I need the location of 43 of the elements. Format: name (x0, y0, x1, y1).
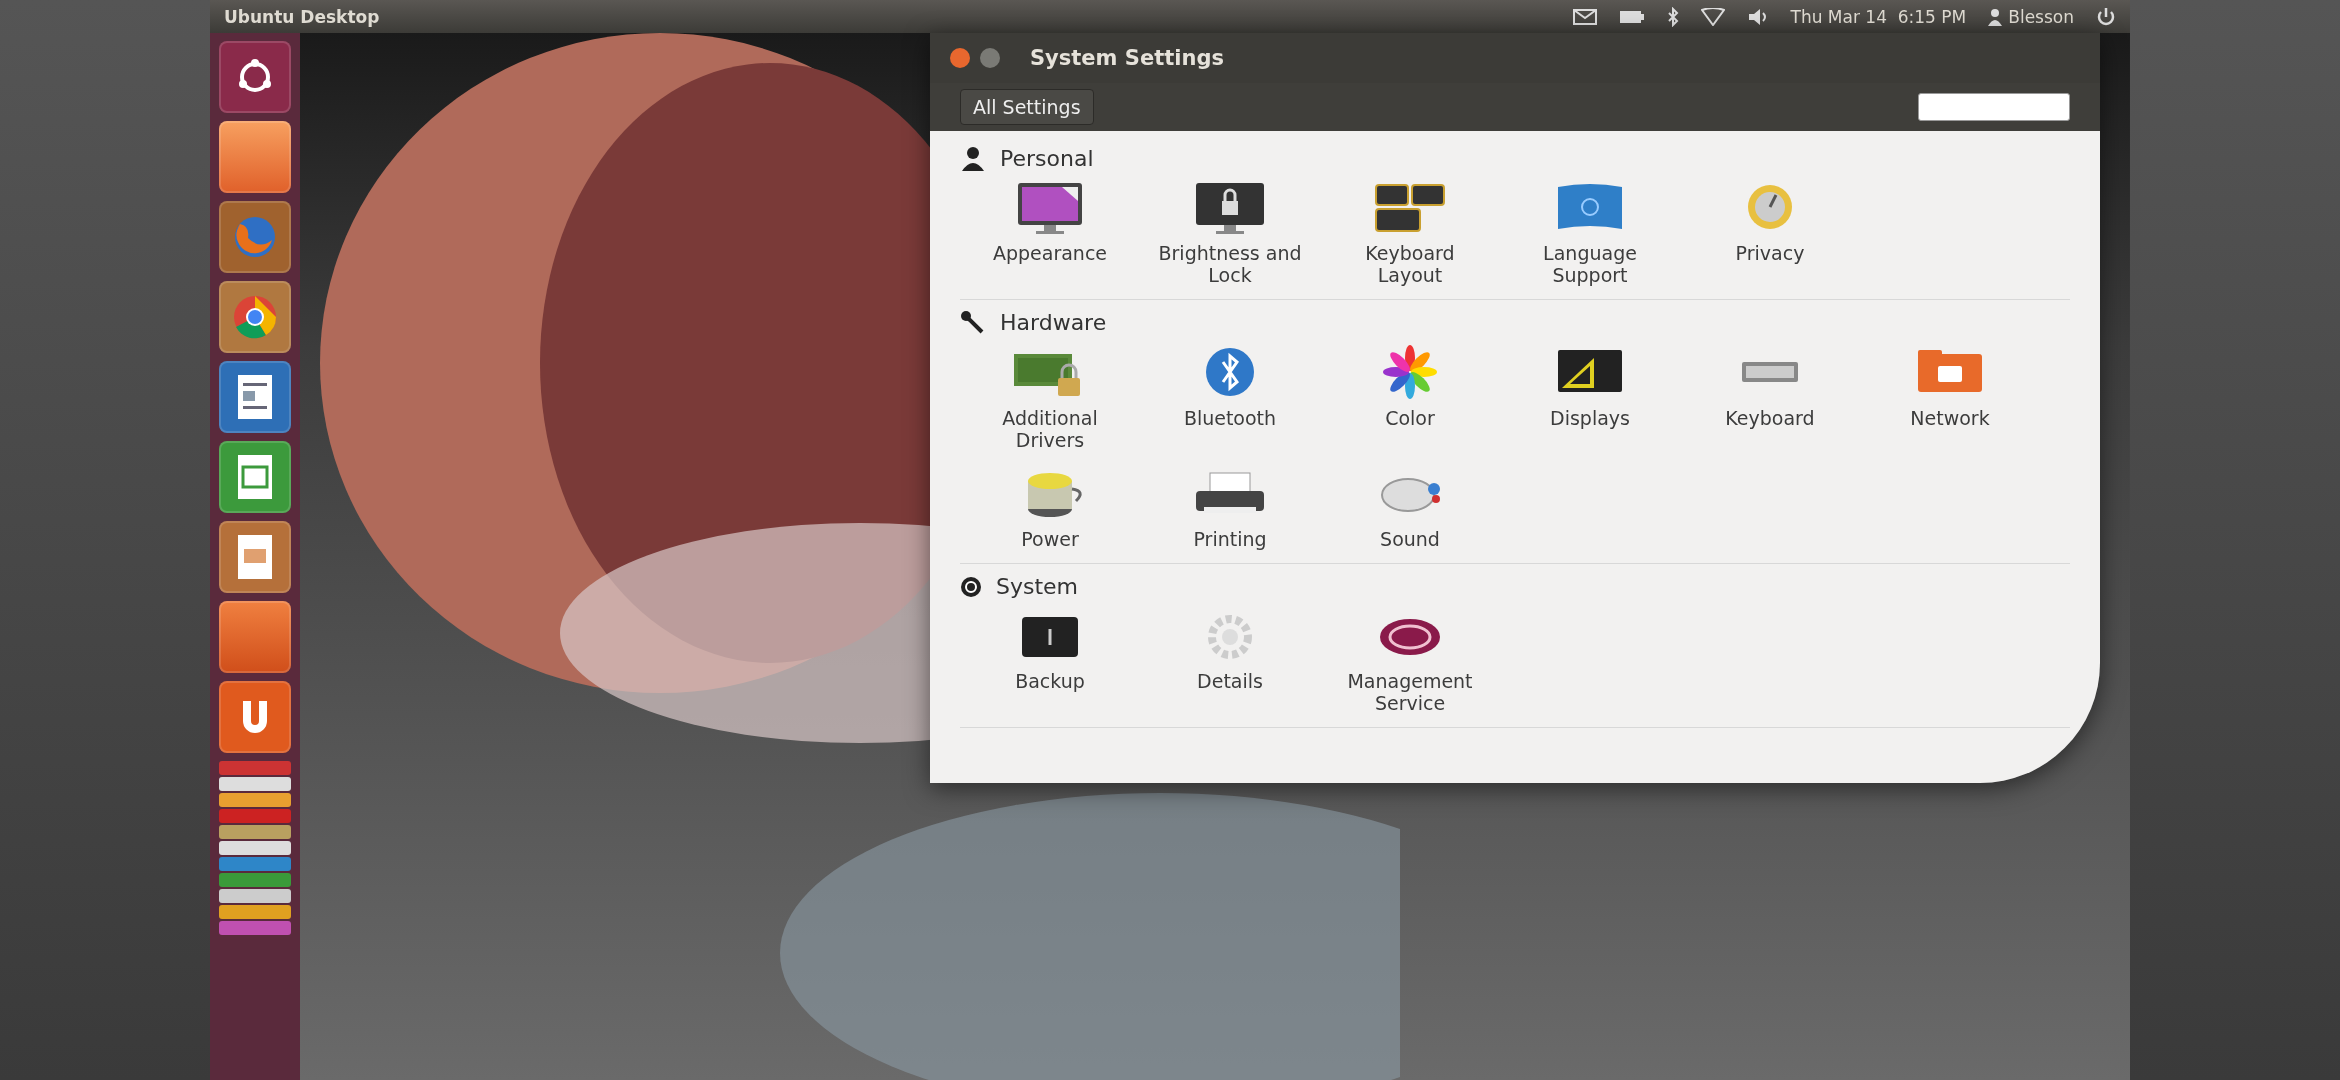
section-title: Hardware (1000, 310, 1107, 336)
user-name[interactable]: Blesson (2008, 6, 2074, 27)
settings-item[interactable]: Privacy (1680, 179, 1860, 287)
search-field[interactable] (1918, 93, 2070, 121)
settings-item[interactable]: Keyboard (1680, 343, 1860, 452)
section-title: Personal (1000, 145, 1094, 171)
all-settings-button[interactable]: All Settings (960, 89, 1094, 125)
wrench-icon (960, 309, 986, 336)
settings-item[interactable]: Network (1860, 343, 2040, 452)
settings-item[interactable]: Printing (1140, 465, 1320, 552)
settings-item[interactable]: Brightness and Lock (1140, 179, 1320, 287)
settings-item[interactable]: Bluetooth (1140, 343, 1320, 452)
volume-icon[interactable] (1746, 7, 1769, 26)
settings-item[interactable]: Backup (960, 607, 1140, 715)
settings-item[interactable]: Displays (1500, 343, 1680, 452)
settings-item[interactable]: Management Service (1320, 607, 1500, 715)
settings-item[interactable]: Appearance (960, 179, 1140, 287)
u-logo-icon[interactable] (219, 681, 291, 753)
battery-icon[interactable] (1618, 9, 1645, 24)
settings-item[interactable]: Language Support (1500, 179, 1680, 287)
ubuntu-logo-icon[interactable] (219, 41, 291, 113)
ubuntu-logo-icon (960, 575, 982, 598)
mail-icon[interactable] (1572, 8, 1597, 25)
person-icon (960, 145, 986, 171)
minimize-button[interactable] (980, 48, 1000, 68)
presentation-icon[interactable] (219, 521, 291, 593)
settings-item[interactable]: Keyboard Layout (1320, 179, 1500, 287)
section-title: System (996, 574, 1079, 600)
settings-item[interactable]: Sound (1320, 465, 1500, 552)
close-button[interactable] (950, 48, 970, 68)
spreadsheet-icon[interactable] (219, 441, 291, 513)
wifi-icon[interactable] (1700, 7, 1725, 26)
clock[interactable]: Thu Mar 14 6:15 PM (1790, 6, 1967, 27)
window-title: System Settings (1030, 46, 1224, 70)
settings-item[interactable]: Additional Drivers (960, 343, 1140, 452)
settings-item[interactable]: Power (960, 465, 1140, 552)
settings-item[interactable]: Color (1320, 343, 1500, 452)
bluetooth-icon[interactable] (1666, 6, 1679, 27)
stacked-launcher-icons-drawing[interactable] (219, 761, 291, 935)
person-icon[interactable] (1988, 7, 2003, 26)
settings-item[interactable]: Details (1140, 607, 1320, 715)
panel-title: Ubuntu Desktop (224, 6, 381, 27)
document-icon[interactable] (219, 361, 291, 433)
